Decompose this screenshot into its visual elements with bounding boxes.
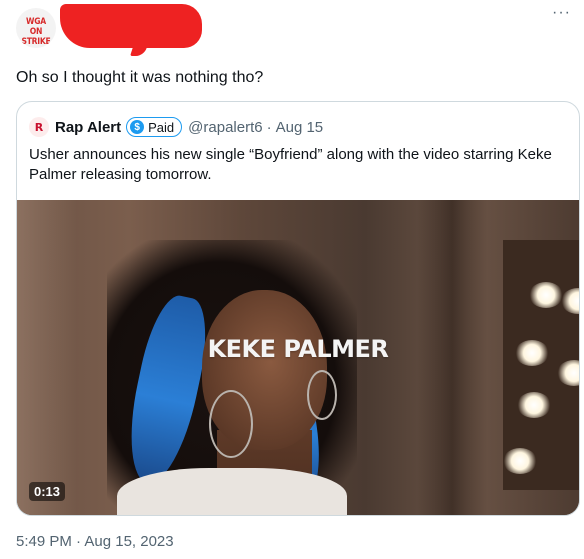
mirror-bulb [529,282,563,308]
quote-author-handle[interactable]: @rapalert6 [188,119,262,136]
video-player[interactable]: KEKE PALMER 0:13 [17,200,579,515]
separator-dot: · [266,118,272,136]
redaction-mark [130,44,148,56]
avatar-text: WGA ON STRIKE [21,17,51,47]
paid-badge-label: Paid [148,119,175,135]
quote-author-name[interactable]: Rap Alert [55,119,121,136]
quoted-tweet[interactable]: R Rap Alert $ Paid @rapalert6 · Aug 15 U… [16,101,580,516]
hoop-earring [307,370,337,420]
redaction-block [60,4,202,48]
mirror-bulb [503,448,537,474]
video-duration: 0:13 [29,482,66,501]
quote-text: Usher announces his new single “Boyfrien… [29,146,552,183]
video-overlay-title: KEKE PALMER [207,335,389,363]
rap-alert-logo-icon: R [34,120,44,134]
mirror-bulb [517,392,551,418]
tweet-timestamp[interactable]: 5:49 PM · Aug 15, 2023 [16,533,174,550]
dollar-sign-icon: $ [130,120,145,134]
quote-author-avatar[interactable]: R [29,117,49,137]
hoop-earring [209,390,253,458]
tweet-text: Oh so I thought it was nothing tho? [16,69,264,86]
white-top [117,468,347,515]
quote-header: R Rap Alert $ Paid @rapalert6 · Aug 15 [29,116,323,138]
more-icon[interactable]: ··· [552,4,571,22]
quote-date[interactable]: Aug 15 [276,119,324,136]
paid-badge[interactable]: $ Paid [126,117,183,137]
author-avatar[interactable]: WGA ON STRIKE [16,8,56,48]
